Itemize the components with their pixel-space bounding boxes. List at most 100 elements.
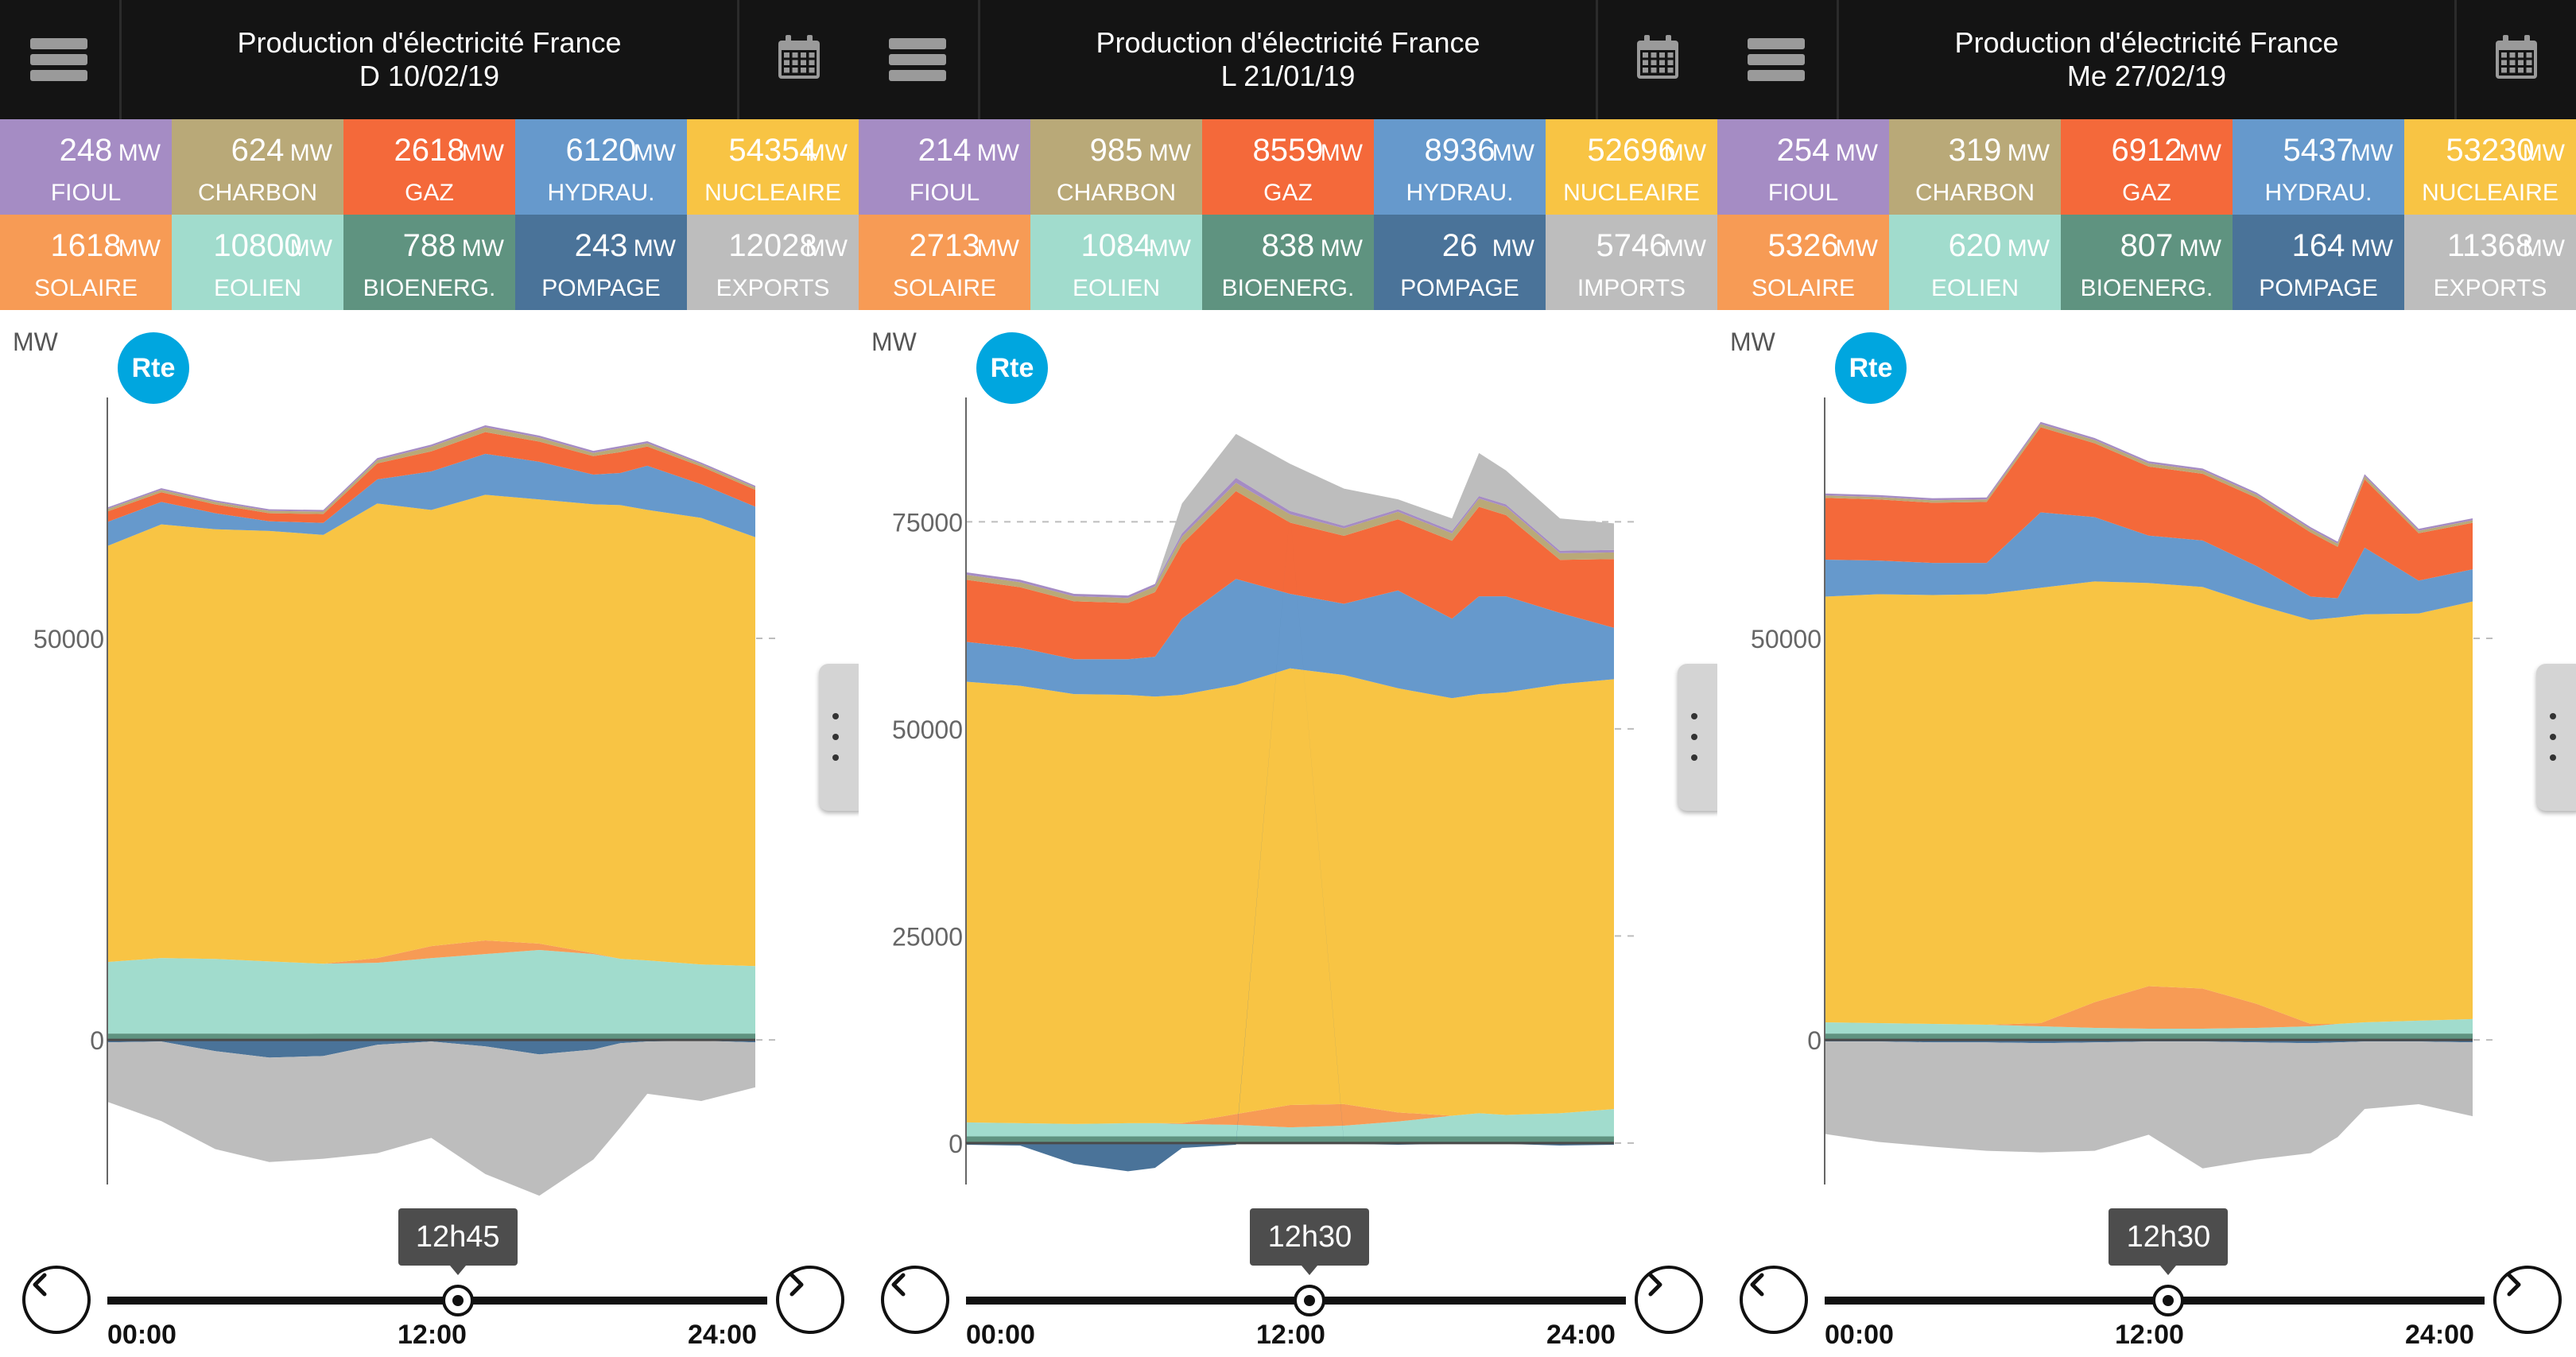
side-menu-handle[interactable] [2536, 664, 2576, 811]
tile-label: GAZ [1263, 180, 1313, 206]
y-tick-label: 75000 [892, 508, 963, 537]
time-slider-track[interactable] [107, 1297, 767, 1305]
tile-label: BIOENERG. [1221, 275, 1355, 301]
tile-label: FIOUL [50, 180, 122, 206]
next-day-button[interactable] [2493, 1266, 2562, 1334]
date-label: D 10/02/19 [359, 60, 500, 92]
previous-day-button[interactable] [881, 1266, 949, 1334]
y-tick-label: 50000 [892, 715, 963, 744]
calendar-button[interactable] [739, 0, 859, 119]
app-title: Production d'électricité France [1954, 26, 2339, 59]
tile-gaz: 2618 MW GAZ [343, 119, 515, 215]
tile-unit: MW [1835, 235, 1878, 262]
menu-button[interactable] [1717, 0, 1835, 119]
tile-label: EOLIEN [213, 275, 302, 301]
area-nucleaire [966, 668, 1614, 1124]
tile-label: EXPORTS [2433, 275, 2547, 301]
chevron-left-icon [1750, 1273, 1764, 1297]
side-menu-handle[interactable] [819, 664, 859, 811]
tile-eolien: 10800 MW EOLIEN [172, 215, 343, 310]
y-tick-label: 0 [1807, 1026, 1821, 1055]
tile-nucleaire: 54354 MW NUCLEAIRE [687, 119, 859, 215]
previous-day-button[interactable] [22, 1266, 91, 1334]
tile-label: NUCLEAIRE [704, 180, 841, 206]
production-chart: 0 50000 MW Rte 12h45 00:00 12:00 24:00 [0, 310, 859, 1357]
tile-bioenerg: 807 MW BIOENERG. [2061, 215, 2233, 310]
tile-nucleaire: 53230 MW NUCLEAIRE [2404, 119, 2576, 215]
tile-unit: MW [1835, 140, 1878, 166]
tile-label: EOLIEN [1930, 275, 2019, 301]
tile-unit: MW [2178, 235, 2221, 262]
tile-bioenerg: 838 MW BIOENERG. [1202, 215, 1374, 310]
tile-nucleaire: 52696 MW NUCLEAIRE [1546, 119, 1717, 215]
tile-label: GAZ [405, 180, 454, 206]
menu-button[interactable] [0, 0, 118, 119]
tile-fioul: 254 MW FIOUL [1717, 119, 1889, 215]
time-start-label: 00:00 [966, 1320, 1035, 1350]
chevron-right-icon [1648, 1273, 1662, 1297]
tile-label: NUCLEAIRE [1563, 180, 1700, 206]
tile-unit: MW [1663, 140, 1706, 166]
chevron-left-icon [33, 1273, 47, 1297]
date-label: L 21/01/19 [1220, 60, 1356, 92]
app-header: Production d'électricité France D 10/02/1… [0, 0, 859, 119]
time-slider-knob[interactable] [1294, 1285, 1326, 1316]
production-chart: 0 50000 MW Rte 12h30 00:00 12:00 24:00 [1717, 310, 2576, 1357]
time-end-label: 24:00 [688, 1320, 757, 1350]
chevron-right-icon [789, 1273, 804, 1297]
chart-panel-1: Production d'électricité France D 10/02/1… [0, 0, 859, 1357]
selected-time-bubble: 12h30 [1250, 1208, 1370, 1275]
header-title: Production d'électricité France L 21/01/1… [978, 0, 1598, 119]
tile-label: SOLAIRE [892, 275, 997, 301]
tile-unit: MW [1320, 235, 1363, 262]
tile-label: HYDRAU. [547, 180, 655, 206]
calendar-icon [2491, 33, 2542, 87]
tile-label: NUCLEAIRE [2422, 180, 2559, 206]
next-day-button[interactable] [1635, 1266, 1703, 1334]
production-tiles: 254 MW FIOUL 319 MW CHARBON 6912 MW GAZ 5437 MW HYD… [1717, 119, 2576, 310]
tile-fioul: 248 MW FIOUL [0, 119, 172, 215]
y-tick-label: 50000 [33, 625, 104, 653]
tile-label: HYDRAU. [1406, 180, 1514, 206]
next-day-button[interactable] [776, 1266, 844, 1334]
tile-label: HYDRAU. [2264, 180, 2372, 206]
side-menu-handle[interactable] [1678, 664, 1717, 811]
tile-label: CHARBON [1056, 180, 1176, 206]
tile-unit: MW [2178, 140, 2221, 166]
y-axis-unit: MW [871, 328, 917, 356]
tile-unit: MW [1663, 235, 1706, 262]
menu-button[interactable] [859, 0, 976, 119]
tile-unit: MW [289, 235, 332, 262]
calendar-icon [1632, 33, 1683, 87]
tile-unit: MW [805, 235, 848, 262]
tile-unit: MW [2007, 235, 2050, 262]
hamburger-menu-icon [889, 33, 946, 86]
calendar-button[interactable] [2457, 0, 2576, 119]
tile-eolien: 620 MW EOLIEN [1889, 215, 2061, 310]
y-tick-label: 0 [949, 1130, 963, 1158]
time-slider-knob[interactable] [441, 1285, 474, 1316]
stacked-area-chart: 0 50000 [33, 397, 779, 1196]
chevron-left-icon [891, 1273, 906, 1297]
y-tick-label: 0 [90, 1026, 104, 1055]
tile-unit: MW [1492, 140, 1534, 166]
header-title: Production d'électricité France D 10/02/1… [119, 0, 739, 119]
tile-exports: 12028 MW EXPORTS [687, 215, 859, 310]
y-axis-unit: MW [1730, 328, 1775, 356]
previous-day-button[interactable] [1740, 1266, 1808, 1334]
tile-label: BIOENERG. [2080, 275, 2213, 301]
time-slider-knob[interactable] [2152, 1285, 2185, 1316]
chevron-right-icon [2507, 1273, 2521, 1297]
rte-logo: Rte [118, 332, 189, 404]
tile-solaire: 1618 MW SOLAIRE [0, 215, 172, 310]
tile-unit: MW [2522, 140, 2565, 166]
tile-charbon: 319 MW CHARBON [1889, 119, 2061, 215]
selected-time-bubble: 12h45 [398, 1208, 518, 1275]
production-tiles: 214 MW FIOUL 985 MW CHARBON 8559 MW GAZ 8936 MW HYD… [859, 119, 1717, 310]
tile-unit: MW [1148, 140, 1191, 166]
tile-fioul: 214 MW FIOUL [859, 119, 1030, 215]
tile-bioenerg: 788 MW BIOENERG. [343, 215, 515, 310]
tile-unit: MW [805, 140, 848, 166]
calendar-button[interactable] [1598, 0, 1717, 119]
time-mid-label: 12:00 [1256, 1320, 1325, 1350]
